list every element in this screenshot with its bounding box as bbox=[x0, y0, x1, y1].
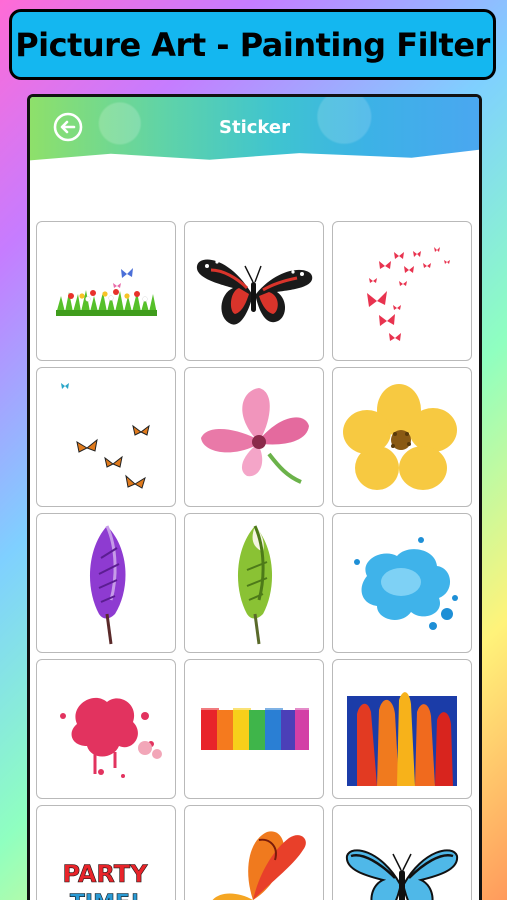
grass-flowers-sticker bbox=[56, 268, 157, 316]
sticker-tile-purple-feather[interactable] bbox=[36, 513, 176, 653]
svg-text:TIME!: TIME! bbox=[70, 891, 140, 900]
sticker-tile-green-feather[interactable] bbox=[184, 513, 324, 653]
yellow-flower-sticker bbox=[343, 384, 457, 490]
phone-screen: Sticker PARTY bbox=[27, 94, 482, 900]
page-title: Sticker bbox=[219, 117, 290, 138]
sticker-tile-color-drip[interactable] bbox=[332, 659, 472, 799]
rainbow-brush-sticker bbox=[201, 704, 309, 750]
sticker-grid: PARTY TIME! bbox=[36, 221, 472, 900]
orange-butterflies-sticker bbox=[61, 383, 150, 489]
blue-butterfly-sticker bbox=[345, 849, 459, 900]
app-banner: Picture Art - Painting Filter bbox=[9, 9, 496, 80]
party-time-sticker: PARTY TIME! bbox=[62, 860, 148, 900]
svg-text:PARTY: PARTY bbox=[62, 860, 148, 888]
sticker-tile-red-butterflies[interactable] bbox=[332, 221, 472, 361]
color-drip-sticker bbox=[347, 692, 457, 786]
red-black-butterfly-sticker bbox=[196, 259, 313, 325]
pink-splash-sticker bbox=[60, 697, 162, 778]
orange-butterfly-sticker bbox=[212, 831, 306, 900]
sticker-tile-red-black-butterfly[interactable] bbox=[184, 221, 324, 361]
red-butterflies-swarm-sticker bbox=[367, 247, 450, 341]
sticker-tile-blue-butterfly[interactable] bbox=[332, 805, 472, 900]
sticker-tile-party-time[interactable]: PARTY TIME! bbox=[36, 805, 176, 900]
banner-title: Picture Art - Painting Filter bbox=[15, 25, 490, 64]
green-feather-sticker bbox=[237, 525, 273, 645]
pink-flower-sticker bbox=[201, 388, 309, 484]
sticker-tile-pink-flower[interactable] bbox=[184, 367, 324, 507]
sticker-tile-pink-splash[interactable] bbox=[36, 659, 176, 799]
purple-feather-sticker bbox=[89, 525, 126, 645]
sticker-tile-yellow-flower[interactable] bbox=[332, 367, 472, 507]
sticker-tile-rainbow-brush[interactable] bbox=[184, 659, 324, 799]
blue-splash-sticker bbox=[354, 537, 458, 630]
sticker-tile-orange-butterfly[interactable] bbox=[184, 805, 324, 900]
sticker-tile-blue-splash[interactable] bbox=[332, 513, 472, 653]
sticker-tile-grass-flowers[interactable] bbox=[36, 221, 176, 361]
sticker-tile-orange-butterflies[interactable] bbox=[36, 367, 176, 507]
